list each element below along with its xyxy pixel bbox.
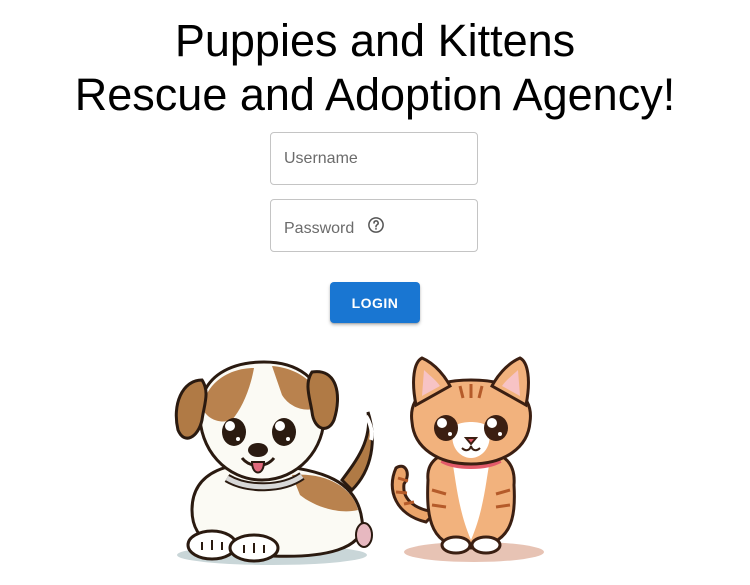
page-title-line-2: Rescue and Adoption Agency!: [74, 69, 676, 120]
login-button[interactable]: LOGIN: [330, 282, 420, 323]
login-page: Puppies and Kittens Rescue and Adoption …: [0, 0, 750, 585]
page-title: Puppies and Kittens Rescue and Adoption …: [0, 14, 750, 122]
kitten-illustration: [390, 356, 544, 562]
username-input[interactable]: [271, 133, 477, 184]
username-field[interactable]: [270, 132, 478, 185]
puppy-illustration: [174, 360, 374, 565]
password-field[interactable]: Password: [270, 199, 478, 252]
help-circle-icon[interactable]: [367, 216, 385, 234]
page-title-line-1: Puppies and Kittens: [174, 15, 576, 66]
